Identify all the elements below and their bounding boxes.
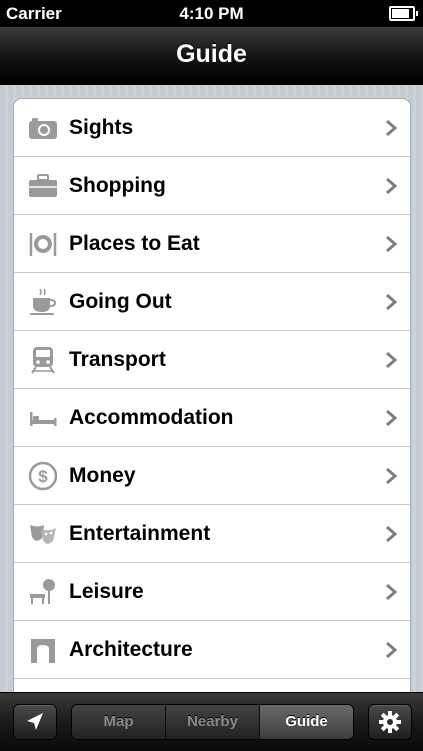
segment-nearby[interactable]: Nearby: [166, 705, 260, 739]
list-item-going-out[interactable]: Going Out: [14, 273, 410, 331]
list-item-label: Architecture: [69, 638, 193, 661]
park-bench-icon: [30, 579, 55, 604]
list-item-shopping[interactable]: Shopping: [14, 157, 410, 215]
battery-icon: [389, 6, 418, 21]
coffee-cup-icon: [30, 288, 57, 315]
list-item-label: Money: [69, 464, 136, 487]
chevron-right-icon: [386, 235, 398, 253]
list-item-label: Transport: [69, 348, 166, 371]
bottom-toolbar: Map Nearby Guide: [0, 692, 423, 751]
view-segmented-control[interactable]: Map Nearby Guide: [71, 704, 354, 740]
chevron-right-icon: [386, 351, 398, 369]
theater-masks-icon: [30, 525, 56, 544]
location-button[interactable]: [13, 704, 57, 740]
arch-icon: [31, 639, 55, 663]
list-item-label: Going Out: [69, 290, 172, 313]
chevron-right-icon: [386, 641, 398, 659]
chevron-right-icon: [386, 293, 398, 311]
list-item-sights[interactable]: Sights: [14, 99, 410, 157]
chevron-right-icon: [386, 119, 398, 137]
list-item-places-to-eat[interactable]: Places to Eat: [14, 215, 410, 273]
list-item-partial[interactable]: [14, 679, 410, 693]
list-item-label: Leisure: [69, 580, 144, 603]
segment-guide[interactable]: Guide: [260, 705, 353, 739]
briefcase-icon: [29, 174, 57, 197]
chevron-right-icon: [386, 467, 398, 485]
page-title: Guide: [176, 40, 247, 68]
guide-list: Sights Shopping Places to Eat Going Out …: [13, 98, 411, 693]
camera-icon: [29, 118, 57, 139]
settings-button[interactable]: [368, 704, 412, 740]
bed-icon: [30, 412, 57, 426]
svg-text:$: $: [38, 467, 48, 486]
train-icon: [31, 347, 55, 374]
list-item-accommodation[interactable]: Accommodation: [14, 389, 410, 447]
chevron-right-icon: [386, 409, 398, 427]
list-item-money[interactable]: $ Money: [14, 447, 410, 505]
chevron-right-icon: [386, 525, 398, 543]
list-item-label: Shopping: [69, 174, 166, 197]
location-arrow-icon: [27, 713, 43, 730]
chevron-right-icon: [386, 177, 398, 195]
plate-cutlery-icon: [29, 233, 57, 256]
chevron-right-icon: [386, 583, 398, 601]
clock-time: 4:10 PM: [179, 4, 244, 23]
list-item-label: Accommodation: [69, 406, 234, 429]
list-item-transport[interactable]: Transport: [14, 331, 410, 389]
navigation-bar: Guide: [0, 27, 423, 85]
list-item-entertainment[interactable]: Entertainment: [14, 505, 410, 563]
list-item-architecture[interactable]: Architecture: [14, 621, 410, 679]
dollar-icon: $: [28, 461, 58, 491]
list-item-label: Places to Eat: [69, 232, 200, 255]
list-item-label: Entertainment: [69, 522, 211, 545]
list-item-leisure[interactable]: Leisure: [14, 563, 410, 621]
content-area: Sights Shopping Places to Eat Going Out …: [0, 85, 423, 693]
status-bar: Carrier 4:10 PM: [0, 0, 423, 27]
list-item-label: Sights: [69, 116, 134, 139]
segment-map[interactable]: Map: [72, 705, 166, 739]
gear-icon: [379, 711, 401, 733]
